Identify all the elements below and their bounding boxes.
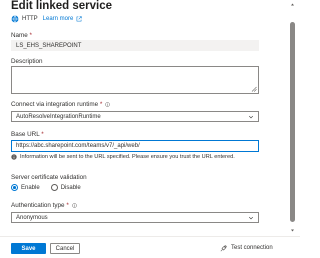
name-label: Name * [11, 32, 32, 39]
test-connection-label: Test connection [231, 245, 273, 251]
name-input[interactable]: LS_EHS_SHAREPOINT [11, 40, 259, 51]
radio-enable-label: Enable [21, 184, 40, 191]
plug-icon [220, 244, 228, 252]
base-url-input[interactable]: https://abc.sharepoint.com/teams/v7/_api… [11, 140, 259, 152]
save-button[interactable]: Save [11, 243, 46, 254]
scrollbar-thumb[interactable] [290, 22, 295, 222]
protocol-row: HTTP Learn more [11, 14, 83, 24]
description-textarea[interactable] [11, 66, 259, 94]
info-icon[interactable] [105, 102, 110, 107]
vertical-scrollbar[interactable] [289, 0, 296, 236]
info-icon [11, 154, 17, 160]
panel-title: Edit linked service [11, 0, 112, 12]
chevron-down-icon [248, 115, 254, 118]
integration-runtime-label: Connect via integration runtime * [11, 101, 110, 108]
base-url-label: Base URL * [11, 131, 44, 138]
auth-type-label: Authentication type * [11, 202, 77, 209]
radio-enable[interactable]: Enable [11, 184, 40, 191]
radio-disable-label: Disable [60, 184, 81, 191]
panel-footer: Save Cancel Test connection [0, 236, 300, 258]
required-mark: * [29, 32, 32, 39]
radio-enable-dot[interactable] [11, 184, 18, 191]
cancel-button[interactable]: Cancel [50, 243, 80, 254]
radio-disable-dot[interactable] [50, 184, 58, 191]
learn-more-link[interactable]: Learn more [43, 16, 74, 22]
chevron-down-icon [248, 216, 254, 219]
base-url-info-text: Information will be sent to the URL spec… [20, 154, 235, 160]
integration-runtime-value: AutoResolveIntegrationRuntime [16, 113, 101, 120]
required-mark: * [99, 101, 103, 108]
integration-runtime-dropdown[interactable]: AutoResolveIntegrationRuntime [11, 111, 259, 122]
info-icon[interactable] [71, 203, 77, 208]
scroll-down-icon[interactable] [290, 228, 295, 233]
server-cert-radio-group: Enable Disable [11, 184, 81, 191]
base-url-info: Information will be sent to the URL spec… [11, 154, 235, 160]
server-cert-label: Server certificate validation [11, 174, 87, 181]
scroll-up-icon[interactable] [290, 2, 295, 7]
test-connection-button[interactable]: Test connection [220, 244, 273, 252]
required-mark: * [66, 202, 69, 209]
auth-type-value: Anonymous [16, 214, 48, 221]
required-mark: * [41, 131, 44, 138]
http-icon [11, 15, 19, 23]
protocol-label: HTTP [22, 16, 38, 22]
edit-linked-service-panel: Edit linked service HTTP Learn more Name… [0, 0, 300, 258]
radio-disable[interactable]: Disable [50, 184, 81, 191]
auth-type-dropdown[interactable]: Anonymous [11, 212, 259, 223]
resize-grip-icon[interactable] [251, 86, 257, 92]
external-link-icon[interactable] [76, 16, 83, 22]
description-label: Description [11, 58, 43, 65]
